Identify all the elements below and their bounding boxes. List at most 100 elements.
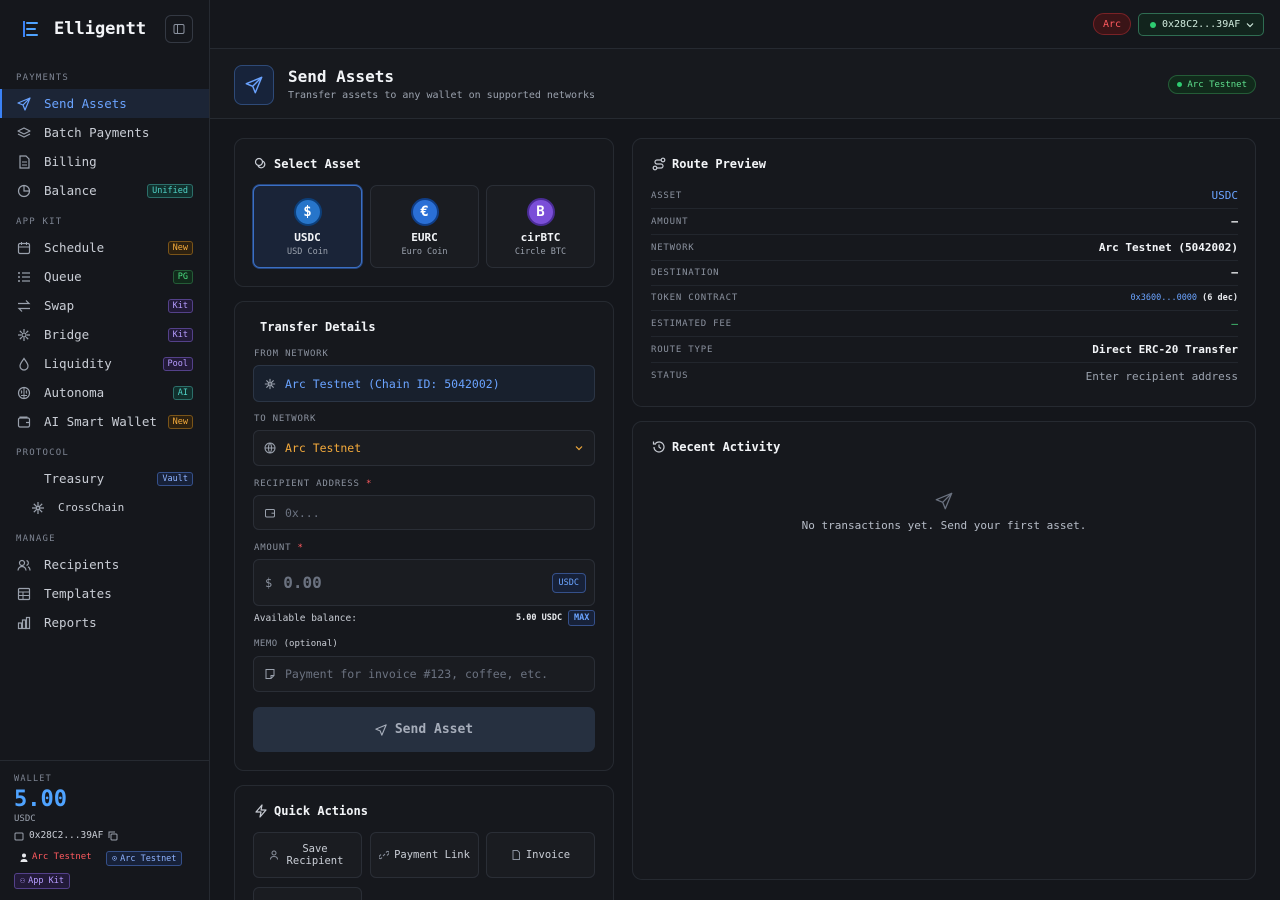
wallet-network-badge: ⊙ Arc Testnet (106, 851, 183, 866)
kit-icon: ⚇ (20, 876, 26, 886)
amount-input[interactable]: $ 0.00 USDC (253, 559, 595, 606)
sidebar-item-ai-smart-wallet[interactable]: AI Smart Wallet New (0, 407, 209, 436)
badge-pg: PG (172, 269, 193, 284)
badge-unified: Unified (147, 183, 193, 198)
sidebar: Elligentt PAYMENTS Send Assets Batch Pay… (0, 0, 210, 900)
sidebar-item-billing[interactable]: Billing (0, 147, 209, 176)
send-icon (234, 65, 274, 105)
quick-action-more[interactable] (253, 887, 362, 900)
wallet-connect-button[interactable]: 0x28C2...39AF (1138, 13, 1264, 36)
route-row-destination: DESTINATION — (651, 260, 1238, 286)
invoice-button[interactable]: Invoice (486, 832, 595, 878)
route-icon (652, 157, 666, 171)
sidebar-toggle-icon (173, 24, 185, 34)
from-network-field: Arc Testnet (Chain ID: 5042002) (253, 365, 595, 402)
sidebar-item-label: Billing (44, 154, 97, 169)
available-balance-label: Available balance: (254, 613, 357, 624)
sidebar-item-reports[interactable]: Reports (0, 608, 209, 637)
sidebar-item-crosschain[interactable]: CrossChain (0, 493, 209, 522)
sidebar-item-label: Bridge (44, 327, 90, 342)
wallet-small-icon (14, 832, 24, 840)
amount-unit-badge: USDC (551, 572, 586, 593)
note-icon (264, 668, 276, 680)
recipient-address-input[interactable]: 0x... (253, 495, 595, 530)
section-payments: PAYMENTS (16, 73, 69, 83)
sidebar-item-balance[interactable]: Balance Unified (0, 176, 209, 205)
cirbtc-coin-icon: B (526, 198, 555, 226)
sidebar-item-label: Queue (44, 269, 82, 284)
copy-icon[interactable] (108, 831, 118, 841)
asset-option-eurc[interactable]: € EURC Euro Coin (370, 185, 479, 268)
network-badge: Arc Testnet (1168, 75, 1256, 94)
asset-option-usdc[interactable]: $ USDC USD Coin (253, 185, 362, 268)
asterisk-icon (264, 378, 276, 390)
collapse-sidebar-button[interactable] (165, 15, 193, 43)
wallet-address-row: 0x28C2...39AF (14, 830, 118, 841)
wallet-address: 0x28C2...39AF (1162, 19, 1241, 30)
sidebar-item-templates[interactable]: Templates (0, 579, 209, 608)
sidebar-item-send-assets[interactable]: Send Assets (0, 89, 209, 118)
section-manage: MANAGE (16, 534, 56, 544)
badge-vault: Vault (157, 471, 193, 486)
to-network-label: TO NETWORK (254, 414, 317, 424)
route-row-status: STATUS Enter recipient address (651, 369, 1238, 383)
sidebar-item-autonoma[interactable]: Autonoma AI (0, 378, 209, 407)
recent-activity-title: Recent Activity (652, 440, 780, 454)
send-asset-button[interactable]: Send Asset (253, 707, 595, 752)
sidebar-item-label: Reports (44, 615, 97, 630)
list-icon (16, 269, 32, 285)
memo-input[interactable]: Payment for invoice #123, coffee, etc. (253, 656, 595, 692)
history-icon (652, 440, 666, 454)
sidebar-item-bridge[interactable]: Bridge Kit (0, 320, 209, 349)
route-row-asset: ASSET USDC (651, 183, 1238, 209)
sidebar-item-schedule[interactable]: Schedule New (0, 233, 209, 262)
person-icon (20, 853, 28, 862)
wallet-balance: 5.00 (14, 787, 67, 812)
chevron-down-icon (1246, 22, 1254, 27)
app-kit-badge[interactable]: ⚇ App Kit (14, 873, 70, 889)
max-button[interactable]: MAX (568, 610, 596, 626)
user-plus-icon (270, 850, 280, 860)
sidebar-item-label: Templates (44, 586, 112, 601)
section-protocol: PROTOCOL (16, 448, 69, 458)
sidebar-item-recipients[interactable]: Recipients (0, 550, 209, 579)
badge-new: New (167, 240, 193, 255)
sidebar-item-label: AI Smart Wallet (44, 414, 157, 429)
currency-symbol: $ (265, 575, 273, 590)
brain-icon (16, 385, 32, 401)
bridge-icon (16, 327, 32, 343)
chain-pill[interactable]: Arc (1093, 13, 1132, 35)
route-row-token-contract: TOKEN CONTRACT 0x3600...0000 (6 dec) (651, 285, 1238, 311)
memo-label: MEMO (optional) (254, 639, 338, 649)
eurc-coin-icon: € (410, 198, 439, 226)
payment-link-button[interactable]: Payment Link (370, 832, 479, 878)
amount-label: AMOUNT * (254, 543, 304, 553)
sidebar-item-treasury[interactable]: Treasury Vault (0, 464, 209, 493)
coins-icon (254, 157, 268, 171)
save-recipient-button[interactable]: Save Recipient (253, 832, 362, 878)
link-icon (379, 850, 390, 860)
route-row-estimated-fee: ESTIMATED FEE — (651, 311, 1238, 337)
sidebar-item-batch-payments[interactable]: Batch Payments (0, 118, 209, 147)
sidebar-item-swap[interactable]: Swap Kit (0, 291, 209, 320)
droplet-icon (16, 356, 32, 372)
sidebar-item-liquidity[interactable]: Liquidity Pool (0, 349, 209, 378)
to-network-select[interactable]: Arc Testnet (253, 430, 595, 466)
badge-pool: Pool (162, 356, 193, 371)
template-icon (16, 586, 32, 602)
wallet-label: WALLET (14, 774, 52, 784)
sidebar-item-queue[interactable]: Queue PG (0, 262, 209, 291)
transfer-details-card: Transfer Details FROM NETWORK Arc Testne… (234, 301, 614, 771)
sidebar-wallet-panel: WALLET 5.00 USDC 0x28C2...39AF Arc Testn… (0, 760, 209, 900)
sidebar-item-label: Swap (44, 298, 75, 313)
badge-kit: Kit (167, 327, 193, 342)
route-row-amount: AMOUNT — (651, 209, 1238, 235)
usdc-coin-icon: $ (293, 198, 322, 226)
file-icon (16, 154, 32, 170)
empty-state-text: No transactions yet. Send your first ass… (801, 519, 1087, 532)
recent-activity-card: Recent Activity No transactions yet. Sen… (632, 421, 1256, 880)
asterisk-icon (30, 500, 46, 516)
badge-new: New (167, 414, 193, 429)
asset-option-cirbtc[interactable]: B cirBTC Circle BTC (486, 185, 595, 268)
quick-actions-card: Quick Actions Save Recipient Payment Lin… (234, 785, 614, 900)
